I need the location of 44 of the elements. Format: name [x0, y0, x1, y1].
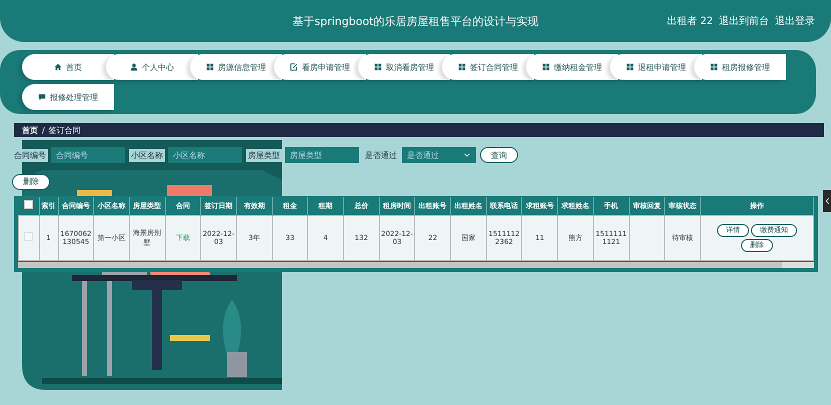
horizontal-scrollbar[interactable] — [18, 262, 814, 268]
nav-item[interactable]: 报修处理管理 — [22, 84, 114, 110]
header-link[interactable]: 退出到前台 — [719, 14, 769, 28]
grid-icon — [542, 63, 550, 71]
nav-item[interactable]: 退租申请管理 — [610, 54, 702, 80]
nav-item[interactable]: 首页 — [22, 54, 114, 80]
nav-item[interactable]: 房源信息管理 — [190, 54, 282, 80]
input-field[interactable]: 房屋类型 — [285, 147, 359, 163]
user-label: 出租者 22 — [667, 14, 713, 28]
filter-label: 房屋类型 — [246, 148, 282, 162]
filter-label: 小区名称 — [129, 148, 165, 162]
filter-label: 是否通过 — [363, 148, 399, 162]
row-checkbox[interactable] — [24, 232, 34, 241]
grid-icon — [458, 63, 466, 71]
search-button[interactable]: 查询 — [480, 147, 518, 163]
delete-button[interactable]: 删除 — [12, 174, 50, 190]
breadcrumb-separator: / — [42, 126, 45, 134]
grid-icon — [710, 63, 718, 71]
nav-item[interactable]: 个人中心 — [106, 54, 198, 80]
select-all-checkbox[interactable] — [24, 200, 33, 209]
nav-item[interactable]: 看房申请管理 — [274, 54, 366, 80]
chat-icon — [38, 93, 46, 101]
input-field[interactable]: 小区名称 — [168, 147, 242, 163]
user-icon — [130, 63, 138, 71]
grid-icon — [206, 63, 214, 71]
filter-label: 合同编号 — [12, 148, 48, 162]
breadcrumb-item[interactable]: 签订合同 — [48, 124, 81, 136]
nav-item[interactable]: 缴纳租金管理 — [526, 54, 618, 80]
nav-item[interactable]: 取消看房管理 — [358, 54, 450, 80]
breadcrumb-item[interactable]: 首页 — [22, 124, 38, 136]
select-field[interactable]: 是否通过 — [402, 147, 476, 163]
home-icon — [54, 63, 62, 71]
chevron-left-icon — [824, 197, 830, 205]
grid-icon — [374, 63, 382, 71]
edit-icon — [290, 63, 298, 71]
table-cell — [629, 215, 665, 260]
site-title: 基于springboot的乐居房屋租售平台的设计与实现 — [292, 14, 538, 28]
grid-icon — [626, 63, 634, 71]
nav-item[interactable]: 租房报修管理 — [694, 54, 786, 80]
side-tab[interactable] — [823, 190, 831, 212]
nav-item[interactable]: 签订合同管理 — [442, 54, 534, 80]
chevron-down-icon — [463, 151, 471, 159]
header-link[interactable]: 退出登录 — [775, 14, 815, 28]
input-field[interactable]: 合同编号 — [51, 147, 125, 163]
